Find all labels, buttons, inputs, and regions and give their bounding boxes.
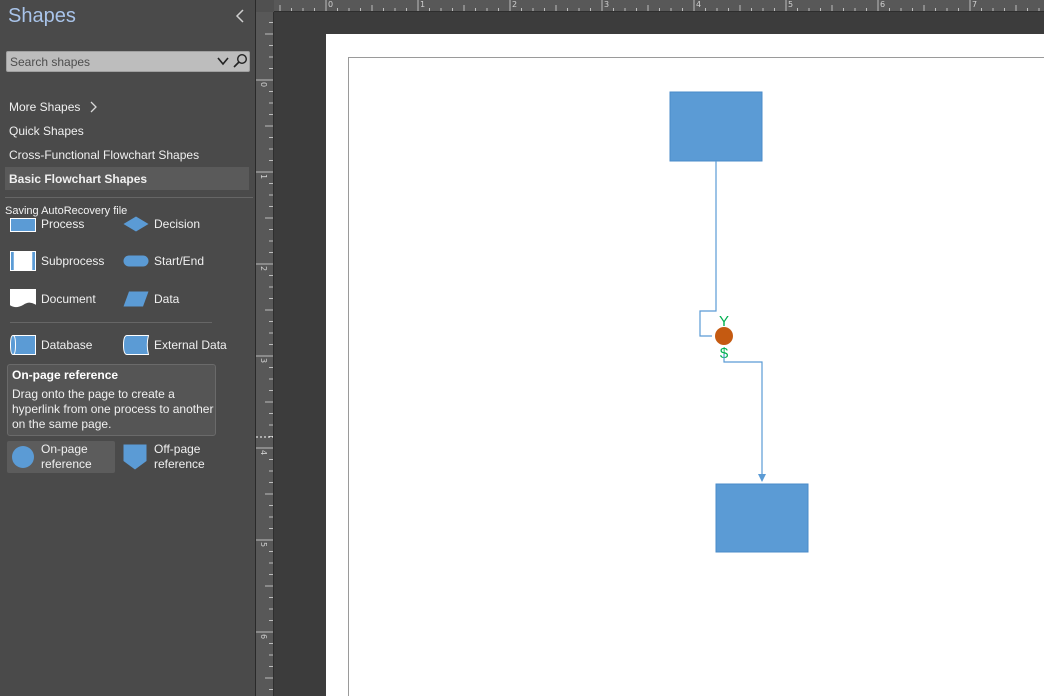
connector-line-top[interactable] <box>699 161 717 337</box>
process-shape-bottom[interactable] <box>715 483 809 553</box>
process-shape-top[interactable] <box>669 91 763 162</box>
connector-line-bottom[interactable] <box>723 354 766 482</box>
flowchart-diagram: Y $ <box>669 91 809 553</box>
connector-label-y: Y <box>719 313 729 330</box>
